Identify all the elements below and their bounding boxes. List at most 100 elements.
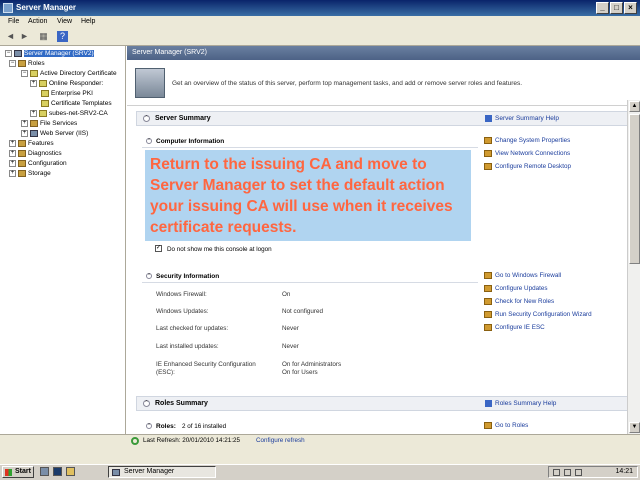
firewall-label: Windows Firewall: bbox=[156, 291, 207, 298]
tree-item-roles[interactable]: − Roles bbox=[9, 59, 45, 68]
ie-esc-value: On for Administrators On for Users bbox=[282, 361, 342, 376]
last-checked-label: Last checked for updates: bbox=[156, 325, 229, 332]
menu-help[interactable]: Help bbox=[81, 18, 95, 25]
configure-remote-desktop-link[interactable]: Configure Remote Desktop bbox=[484, 163, 571, 170]
clock[interactable]: 14:21 bbox=[615, 468, 633, 475]
ie-icon bbox=[484, 324, 492, 331]
collapse-icon[interactable]: ⌃ bbox=[146, 273, 152, 279]
vertical-scrollbar[interactable]: ▲ ▼ bbox=[627, 100, 640, 434]
tree-item-web-server[interactable]: + Web Server (IIS) bbox=[21, 129, 88, 138]
dont-show-checkbox[interactable]: ✓ bbox=[155, 245, 162, 252]
web-server-icon bbox=[30, 129, 38, 137]
back-arrow-icon[interactable]: ◄ bbox=[5, 31, 16, 42]
expand-icon[interactable]: + bbox=[9, 149, 16, 157]
help-icon[interactable]: ? bbox=[57, 31, 68, 42]
expand-icon[interactable]: + bbox=[30, 109, 37, 117]
configure-refresh-link[interactable]: Configure refresh bbox=[256, 437, 305, 444]
last-installed-label: Last installed updates: bbox=[156, 343, 219, 350]
security-tray-icon[interactable] bbox=[575, 469, 582, 476]
configure-updates-link[interactable]: Configure Updates bbox=[484, 285, 548, 292]
show-hide-tree-icon[interactable]: ▦ bbox=[38, 31, 49, 42]
expand-icon[interactable]: + bbox=[30, 79, 37, 87]
updates-value: Not configured bbox=[282, 308, 323, 315]
check-for-new-roles-link[interactable]: Check for New Roles bbox=[484, 298, 554, 305]
tree-item-ca[interactable]: + subes-net-SRV2-CA bbox=[30, 109, 108, 118]
instruction-callout: Return to the issuing CA and move to Ser… bbox=[145, 150, 471, 241]
tree-item-features[interactable]: + Features bbox=[9, 139, 54, 148]
maximize-button[interactable]: □ bbox=[610, 2, 623, 14]
powershell-quicklaunch-icon[interactable] bbox=[53, 467, 62, 476]
network-tray-icon[interactable] bbox=[553, 469, 560, 476]
volume-tray-icon[interactable] bbox=[564, 469, 571, 476]
tree-item-server-manager[interactable]: − Server Manager (SRV2) bbox=[5, 49, 94, 58]
security-information-title: Security Information bbox=[156, 273, 220, 280]
toolbar: ◄ ► ▦ ? bbox=[0, 28, 640, 46]
expand-icon[interactable]: + bbox=[9, 169, 16, 177]
menu-file[interactable]: File bbox=[8, 18, 19, 25]
server-summary-header[interactable]: ⌃ Server Summary Server Summary Help bbox=[136, 111, 628, 126]
roles-check-icon bbox=[484, 298, 492, 305]
expand-icon[interactable]: + bbox=[9, 159, 16, 167]
tree-item-certificate-templates[interactable]: Certificate Templates bbox=[41, 99, 112, 108]
menu-view[interactable]: View bbox=[57, 18, 72, 25]
menu-action[interactable]: Action bbox=[28, 18, 47, 25]
window-title: Server Manager bbox=[16, 3, 77, 12]
scroll-up-arrow-icon[interactable]: ▲ bbox=[629, 101, 640, 112]
collapse-icon[interactable]: ⌃ bbox=[146, 423, 152, 429]
tree-item-adcs[interactable]: − Active Directory Certificate bbox=[21, 69, 117, 78]
collapse-icon[interactable]: ⌃ bbox=[143, 115, 150, 122]
expand-icon[interactable]: + bbox=[9, 139, 16, 147]
window-frame-bottom bbox=[0, 446, 640, 464]
folder-icon bbox=[30, 119, 38, 127]
tree-item-configuration[interactable]: + Configuration bbox=[9, 159, 67, 168]
firewall-icon bbox=[484, 272, 492, 279]
expand-icon[interactable]: + bbox=[21, 119, 28, 127]
updates-icon bbox=[484, 285, 492, 292]
tree-item-file-services[interactable]: + File Services bbox=[21, 119, 77, 128]
roles-summary-header[interactable]: ⌃ Roles Summary Roles Summary Help bbox=[136, 396, 628, 411]
dont-show-label: Do not show me this console at logon bbox=[167, 246, 272, 253]
ca-icon bbox=[39, 109, 47, 117]
go-to-windows-firewall-link[interactable]: Go to Windows Firewall bbox=[484, 272, 561, 279]
status-bar: Last Refresh: 20/01/2010 14:21:25 Config… bbox=[127, 434, 640, 446]
minimize-button[interactable]: _ bbox=[596, 2, 609, 14]
content-header-title: Server Manager (SRV2) bbox=[132, 49, 207, 56]
roles-icon bbox=[484, 422, 492, 429]
server-summary-title: Server Summary bbox=[155, 115, 211, 122]
roles-header[interactable]: ⌃ Roles: 2 of 16 installed bbox=[142, 420, 478, 433]
server-manager-quicklaunch-icon[interactable] bbox=[40, 467, 49, 476]
tree-item-diagnostics[interactable]: + Diagnostics bbox=[9, 149, 62, 158]
collapse-icon[interactable]: ⌃ bbox=[146, 138, 152, 144]
instruction-text: Return to the issuing CA and move to Ser… bbox=[150, 156, 453, 236]
tree-item-online-responder[interactable]: + Online Responder: bbox=[30, 79, 103, 88]
computer-information-header[interactable]: ⌃ Computer Information bbox=[142, 135, 478, 148]
scroll-thumb[interactable] bbox=[629, 114, 640, 264]
scroll-down-arrow-icon[interactable]: ▼ bbox=[629, 422, 640, 433]
server-manager-icon bbox=[3, 3, 13, 13]
expand-icon[interactable]: + bbox=[21, 129, 28, 137]
close-button[interactable]: × bbox=[624, 2, 637, 14]
server-summary-help-link[interactable]: Server Summary Help bbox=[485, 115, 559, 122]
view-network-connections-link[interactable]: View Network Connections bbox=[484, 150, 570, 157]
collapse-icon[interactable]: − bbox=[5, 49, 12, 57]
tree-item-enterprise-pki[interactable]: Enterprise PKI bbox=[41, 89, 93, 98]
windows-logo-icon bbox=[5, 469, 12, 476]
security-information-header[interactable]: ⌃ Security Information bbox=[142, 270, 478, 283]
go-to-roles-link[interactable]: Go to Roles bbox=[484, 422, 528, 429]
change-system-properties-link[interactable]: Change System Properties bbox=[484, 137, 570, 144]
roles-summary-help-link[interactable]: Roles Summary Help bbox=[485, 400, 556, 407]
collapse-icon[interactable]: ⌃ bbox=[143, 400, 150, 407]
forward-arrow-icon[interactable]: ► bbox=[19, 31, 30, 42]
tree-item-storage[interactable]: + Storage bbox=[9, 169, 51, 178]
collapse-icon[interactable]: − bbox=[9, 59, 16, 67]
network-icon bbox=[484, 150, 492, 157]
configure-ie-esc-link[interactable]: Configure IE ESC bbox=[484, 324, 545, 331]
start-button[interactable]: Start bbox=[2, 466, 34, 478]
server-manager-icon bbox=[112, 469, 120, 476]
overview-text: Get an overview of the status of this se… bbox=[172, 80, 523, 87]
roles-summary-title: Roles Summary bbox=[155, 400, 208, 407]
taskbar-server-manager-button[interactable]: Server Manager bbox=[108, 466, 216, 478]
run-security-configuration-wizard-link[interactable]: Run Security Configuration Wizard bbox=[484, 311, 592, 318]
collapse-icon[interactable]: − bbox=[21, 69, 28, 77]
explorer-quicklaunch-icon[interactable] bbox=[66, 467, 75, 476]
